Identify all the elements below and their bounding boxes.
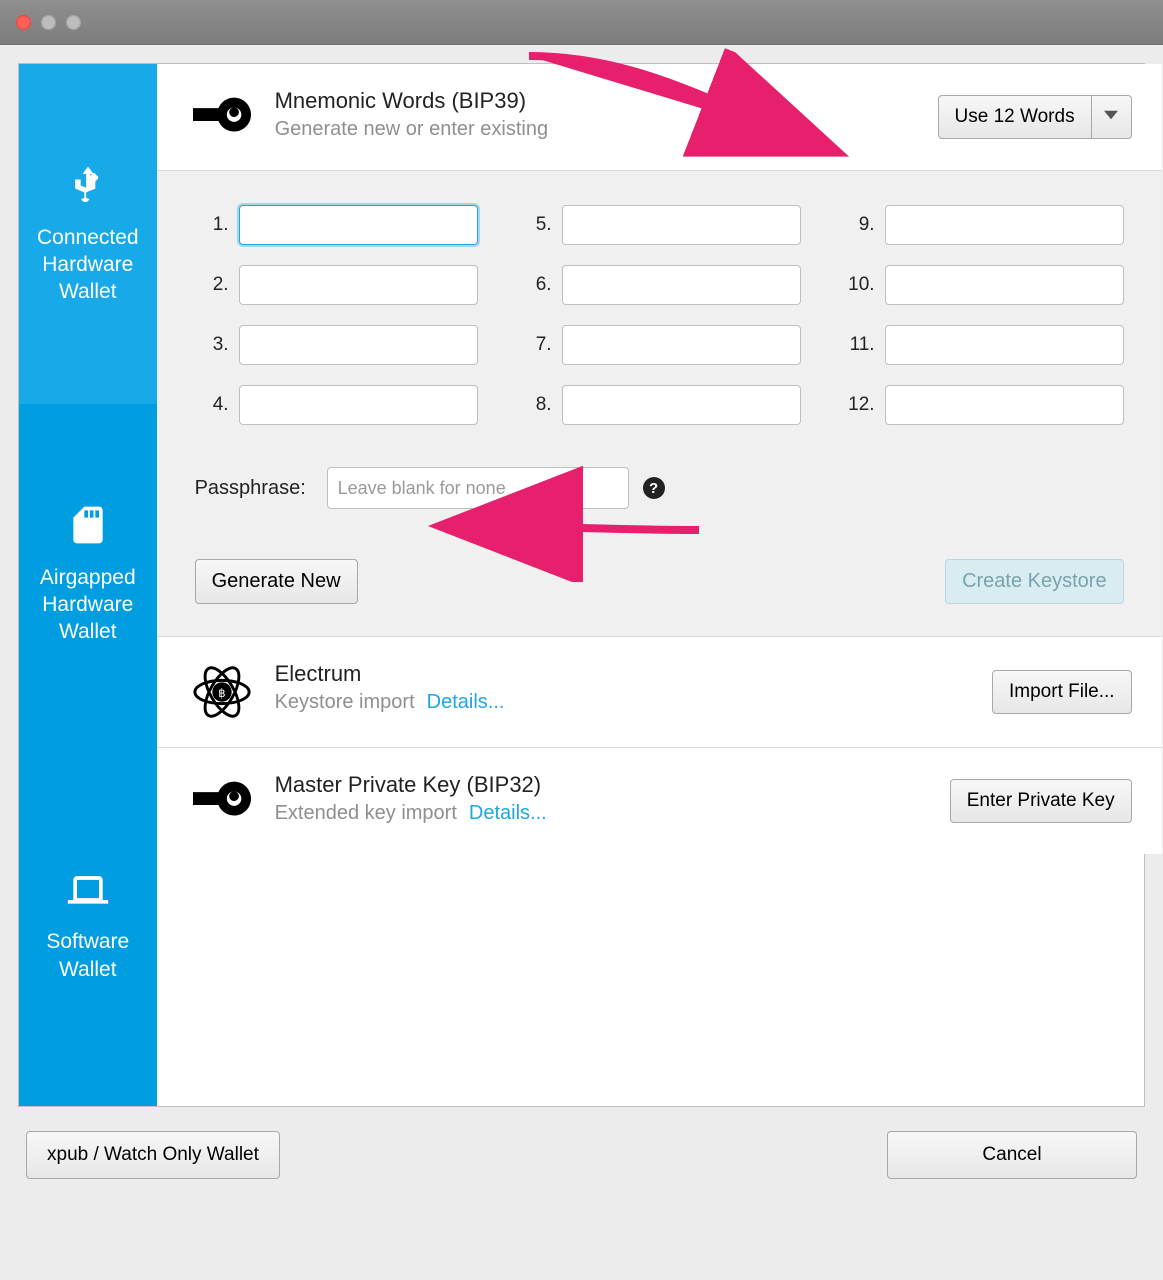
svg-text:฿: ฿ xyxy=(218,687,225,700)
mnemonic-word-input-2[interactable] xyxy=(239,265,478,305)
mnemonic-word-number: 1. xyxy=(195,214,229,236)
sidebar-item-label: Airgapped Hardware Wallet xyxy=(37,564,139,646)
use-words-dropdown[interactable]: Use 12 Words xyxy=(938,95,1132,139)
sidebar-item-airgapped-hardware[interactable]: Airgapped Hardware Wallet xyxy=(19,404,157,744)
use-words-button[interactable]: Use 12 Words xyxy=(938,95,1092,139)
master-key-subtitle: Extended key import xyxy=(275,802,457,825)
mnemonic-word-input-4[interactable] xyxy=(239,385,478,425)
mnemonic-word-number: 7. xyxy=(518,334,552,356)
mnemonic-word-number: 10. xyxy=(841,274,875,296)
mnemonic-word-number: 9. xyxy=(841,214,875,236)
help-icon[interactable]: ? xyxy=(643,477,665,499)
mnemonic-word-number: 4. xyxy=(195,394,229,416)
mnemonic-word-input-8[interactable] xyxy=(562,385,801,425)
mnemonic-word-input-3[interactable] xyxy=(239,325,478,365)
titlebar xyxy=(0,0,1163,45)
sidebar-item-connected-hardware[interactable]: Connected Hardware Wallet xyxy=(19,64,157,404)
generate-new-button[interactable]: Generate New xyxy=(195,559,358,604)
mnemonic-word-2: 2. xyxy=(195,265,478,305)
mnemonic-word-input-7[interactable] xyxy=(562,325,801,365)
use-words-chevron[interactable] xyxy=(1092,95,1132,139)
section-mnemonic-header: Mnemonic Words (BIP39) Generate new or e… xyxy=(157,64,1162,171)
key-icon xyxy=(187,88,257,146)
enter-private-key-button[interactable]: Enter Private Key xyxy=(950,779,1132,823)
mnemonic-title: Mnemonic Words (BIP39) xyxy=(275,88,549,114)
sidebar-item-software-wallet[interactable]: Software Wallet xyxy=(19,744,157,1106)
footer: xpub / Watch Only Wallet Cancel xyxy=(18,1107,1145,1187)
mnemonic-word-number: 12. xyxy=(841,394,875,416)
electrum-subtitle: Keystore import xyxy=(275,691,415,714)
mnemonic-subtitle: Generate new or enter existing xyxy=(275,118,549,141)
master-key-details-link[interactable]: Details... xyxy=(469,802,547,825)
maximize-icon[interactable] xyxy=(66,15,81,30)
close-icon[interactable] xyxy=(16,15,31,30)
mnemonic-word-number: 3. xyxy=(195,334,229,356)
mnemonic-word-input-5[interactable] xyxy=(562,205,801,245)
mnemonic-word-9: 9. xyxy=(841,205,1124,245)
mnemonic-word-8: 8. xyxy=(518,385,801,425)
mnemonic-word-input-9[interactable] xyxy=(885,205,1124,245)
mnemonic-word-5: 5. xyxy=(518,205,801,245)
mnemonic-word-4: 4. xyxy=(195,385,478,425)
mnemonic-word-11: 11. xyxy=(841,325,1124,365)
sidebar-item-label: Connected Hardware Wallet xyxy=(37,224,139,306)
laptop-icon xyxy=(66,867,110,916)
mnemonic-word-input-10[interactable] xyxy=(885,265,1124,305)
section-mnemonic-body: 1. 5. 9. 2. 6. 10. 3. 7. 11. 4. 8. 12. Passphrase: … xyxy=(157,171,1162,637)
chevron-down-icon xyxy=(1104,106,1118,128)
mnemonic-word-input-11[interactable] xyxy=(885,325,1124,365)
mnemonic-words-grid: 1. 5. 9. 2. 6. 10. 3. 7. 11. 4. 8. 12. xyxy=(187,195,1132,431)
mnemonic-word-7: 7. xyxy=(518,325,801,365)
mnemonic-word-number: 2. xyxy=(195,274,229,296)
main-panel: Mnemonic Words (BIP39) Generate new or e… xyxy=(157,64,1162,1106)
create-keystore-button: Create Keystore xyxy=(945,559,1124,604)
sidebar-item-label: Software Wallet xyxy=(37,928,139,983)
passphrase-label: Passphrase: xyxy=(195,477,313,500)
mnemonic-word-input-6[interactable] xyxy=(562,265,801,305)
mnemonic-word-number: 8. xyxy=(518,394,552,416)
sdcard-icon xyxy=(66,503,110,552)
import-file-button[interactable]: Import File... xyxy=(992,670,1132,714)
section-electrum: ฿ Electrum Keystore import Details... Im… xyxy=(157,637,1162,748)
passphrase-input[interactable] xyxy=(327,467,629,509)
electrum-icon: ฿ xyxy=(187,661,257,723)
master-key-title: Master Private Key (BIP32) xyxy=(275,772,547,798)
xpub-watch-only-button[interactable]: xpub / Watch Only Wallet xyxy=(26,1131,280,1179)
mnemonic-word-input-12[interactable] xyxy=(885,385,1124,425)
window-controls xyxy=(16,15,81,30)
mnemonic-word-3: 3. xyxy=(195,325,478,365)
mnemonic-word-1: 1. xyxy=(195,205,478,245)
mnemonic-word-12: 12. xyxy=(841,385,1124,425)
mnemonic-word-number: 5. xyxy=(518,214,552,236)
mnemonic-word-number: 11. xyxy=(841,334,875,356)
sidebar: Connected Hardware Wallet Airgapped Hard… xyxy=(19,64,157,1106)
minimize-icon[interactable] xyxy=(41,15,56,30)
electrum-title: Electrum xyxy=(275,661,505,687)
key-icon xyxy=(187,772,257,830)
electrum-details-link[interactable]: Details... xyxy=(427,691,505,714)
mnemonic-word-10: 10. xyxy=(841,265,1124,305)
passphrase-row: Passphrase: ? xyxy=(187,449,1132,513)
usb-icon xyxy=(66,163,110,212)
cancel-button[interactable]: Cancel xyxy=(887,1131,1137,1179)
mnemonic-word-input-1[interactable] xyxy=(239,205,478,245)
mnemonic-word-number: 6. xyxy=(518,274,552,296)
section-master-key: Master Private Key (BIP32) Extended key … xyxy=(157,748,1162,854)
mnemonic-word-6: 6. xyxy=(518,265,801,305)
